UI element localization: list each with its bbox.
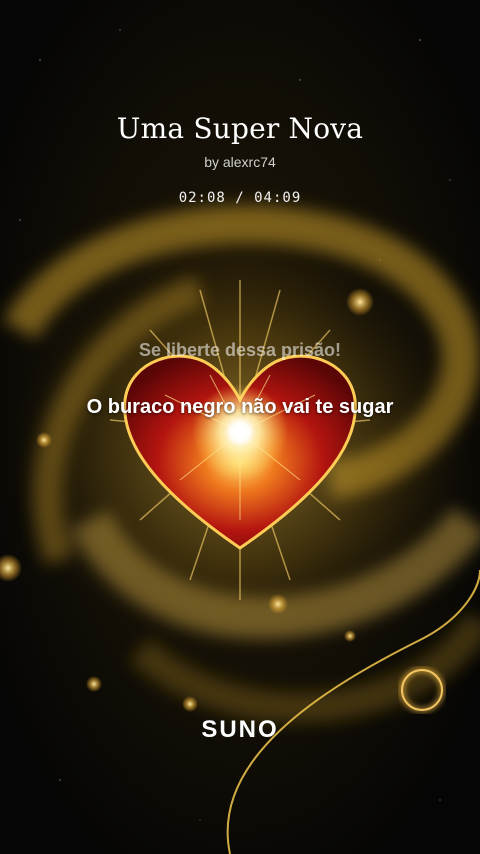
song-title: Uma Super Nova (116, 112, 364, 145)
heart-core (228, 420, 252, 444)
player-stage: Uma Super Nova by alexrc74 02:08 / 04:09… (0, 0, 480, 854)
playback-time: 02:08 / 04:09 (178, 190, 302, 206)
suno-logo: SUNO (201, 716, 279, 743)
lyric-current-line: O buraco negro não vai te sugar (86, 396, 394, 418)
artist-name: by alexrc74 (204, 154, 276, 170)
lyric-previous-line: Se liberte dessa prisão! (138, 340, 342, 360)
